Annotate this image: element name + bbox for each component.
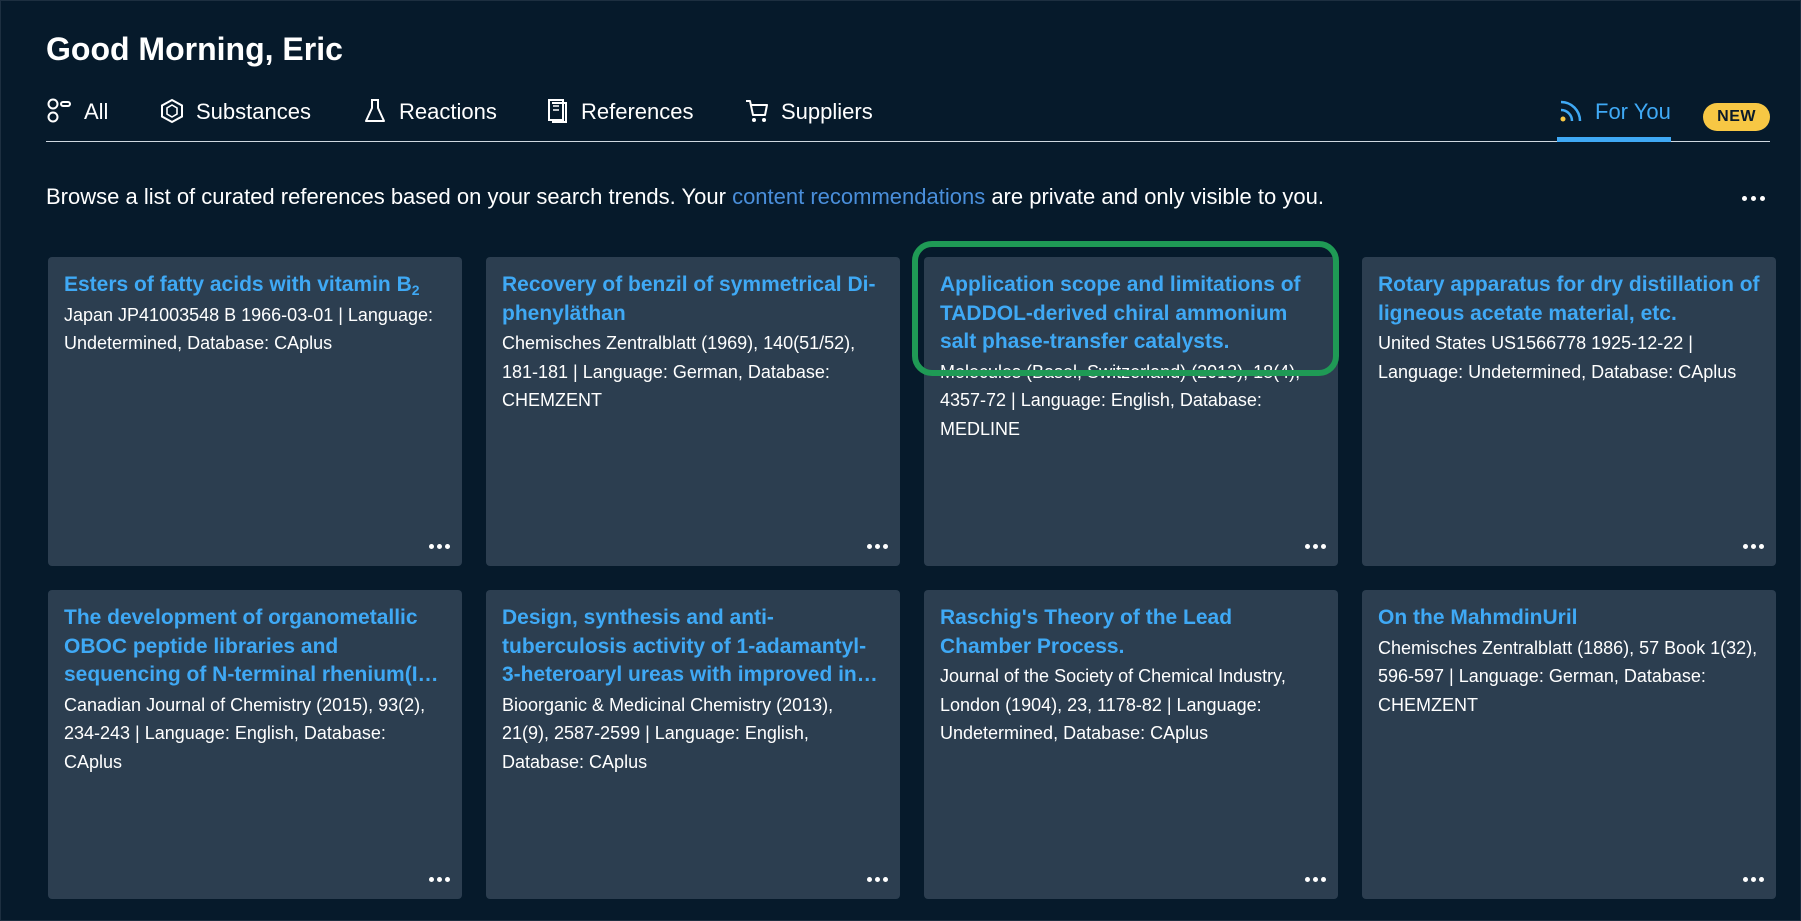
- page-greeting: Good Morning, Eric: [46, 31, 343, 67]
- reference-card: Raschig's Theory of the Lead Chamber Pro…: [924, 590, 1338, 899]
- more-dot: [866, 876, 872, 882]
- more-dot: [1312, 543, 1318, 549]
- flask-icon: [365, 99, 385, 122]
- more-dot: [866, 543, 872, 549]
- reference-card: On the MahmdinUril Chemisches Zentralbla…: [1362, 590, 1776, 899]
- reference-meta: Journal of the Society of Chemical Indus…: [940, 666, 1286, 743]
- tab-reactions-label: Reactions: [399, 99, 497, 124]
- page-more-options-button[interactable]: [1736, 187, 1770, 209]
- reference-title-link[interactable]: Application scope and limitations of TAD…: [940, 271, 1322, 357]
- new-badge: NEW: [1703, 103, 1770, 131]
- card-more-options-button[interactable]: [1738, 869, 1768, 889]
- more-dot: [882, 543, 888, 549]
- more-dot: [1304, 876, 1310, 882]
- more-dot: [444, 543, 450, 549]
- card-more-options-button[interactable]: [424, 869, 454, 889]
- tab-substances[interactable]: Substances: [158, 98, 311, 141]
- reference-meta: United States US1566778 1925-12-22 | Lan…: [1378, 333, 1737, 382]
- more-dot: [1758, 876, 1764, 882]
- tab-references-label: References: [581, 99, 694, 124]
- more-dot: [1758, 543, 1764, 549]
- content-recommendations-link[interactable]: content recommendations: [732, 184, 985, 209]
- tab-suppliers-label: Suppliers: [781, 99, 873, 124]
- reference-card: The development of organometallic OBOC p…: [48, 590, 462, 899]
- tab-for-you[interactable]: For You: [1557, 99, 1671, 142]
- reference-card: Rotary apparatus for dry distillation of…: [1362, 257, 1776, 566]
- reference-meta: Chemisches Zentralblatt (1886), 57 Book …: [1378, 637, 1758, 715]
- more-dot: [874, 543, 880, 549]
- reference-card: Recovery of benzil of symmetrical Di-phe…: [486, 257, 900, 566]
- document-icon: [548, 99, 567, 123]
- tab-all-label: All: [84, 99, 109, 124]
- more-dot: [1750, 876, 1756, 882]
- card-more-options-button[interactable]: [1738, 536, 1768, 556]
- more-dot: [1320, 543, 1326, 549]
- more-dot: [1742, 876, 1748, 882]
- more-dot: [436, 876, 442, 882]
- reference-title-link[interactable]: Esters of fatty acids with vitamin B2: [64, 271, 446, 300]
- card-more-options-button[interactable]: [424, 536, 454, 556]
- card-more-options-button[interactable]: [862, 869, 892, 889]
- tab-all[interactable]: All: [46, 98, 109, 141]
- reference-title-text: Esters of fatty acids with vitamin B: [64, 273, 412, 296]
- more-dot: [436, 543, 442, 549]
- reference-title-link[interactable]: The development of organometallic OBOC p…: [64, 604, 446, 690]
- tab-for-you-label: For You: [1595, 99, 1671, 124]
- rss-icon: [1560, 100, 1582, 122]
- reference-title-link[interactable]: Design, synthesis and anti-tuberculosis …: [502, 604, 884, 690]
- tab-substances-label: Substances: [196, 99, 311, 124]
- more-dot: [1742, 543, 1748, 549]
- more-dot: [1750, 195, 1756, 201]
- cart-icon: [746, 100, 768, 122]
- category-tabs: All Substances Reactions References Supp…: [46, 89, 1770, 142]
- more-dot: [444, 876, 450, 882]
- intro-text: Browse a list of curated references base…: [46, 184, 1324, 210]
- tab-references[interactable]: References: [543, 99, 694, 141]
- card-more-options-button[interactable]: [862, 536, 892, 556]
- reference-title-link[interactable]: On the MahmdinUril: [1378, 604, 1760, 633]
- reference-card: Application scope and limitations of TAD…: [924, 257, 1338, 566]
- reference-card: Design, synthesis and anti-tuberculosis …: [486, 590, 900, 899]
- reference-title-subscript: 2: [411, 282, 420, 298]
- more-dot: [428, 876, 434, 882]
- more-dot: [1312, 876, 1318, 882]
- more-dot: [1304, 543, 1310, 549]
- more-dot: [1320, 876, 1326, 882]
- reference-meta: Bioorganic & Medicinal Chemistry (2013),…: [502, 694, 834, 772]
- intro-text-after: are private and only visible to you.: [985, 184, 1324, 209]
- tab-suppliers[interactable]: Suppliers: [743, 99, 873, 141]
- reference-meta: Chemisches Zentralblatt (1969), 140(51/5…: [502, 333, 856, 410]
- all-icon: [47, 98, 71, 123]
- reference-title-link[interactable]: Recovery of benzil of symmetrical Di-phe…: [502, 271, 884, 328]
- card-more-options-button[interactable]: [1300, 536, 1330, 556]
- reference-title-link[interactable]: Raschig's Theory of the Lead Chamber Pro…: [940, 604, 1322, 661]
- reference-meta: Canadian Journal of Chemistry (2015), 93…: [64, 694, 426, 772]
- reference-meta: Molecules (Basel, Switzerland) (2013), 1…: [940, 361, 1301, 439]
- card-more-options-button[interactable]: [1300, 869, 1330, 889]
- more-dot: [882, 876, 888, 882]
- more-dot: [874, 876, 880, 882]
- reference-title-link[interactable]: Rotary apparatus for dry distillation of…: [1378, 271, 1760, 328]
- reference-card: Esters of fatty acids with vitamin B2 Ja…: [48, 257, 462, 566]
- tab-reactions[interactable]: Reactions: [361, 99, 497, 141]
- intro-text-before: Browse a list of curated references base…: [46, 184, 733, 209]
- more-dot: [428, 543, 434, 549]
- substance-icon: [161, 98, 183, 124]
- more-dot: [1741, 195, 1747, 201]
- more-dot: [1750, 543, 1756, 549]
- more-dot: [1759, 195, 1765, 201]
- reference-meta: Japan JP41003548 B 1966-03-01 | Language…: [64, 304, 433, 354]
